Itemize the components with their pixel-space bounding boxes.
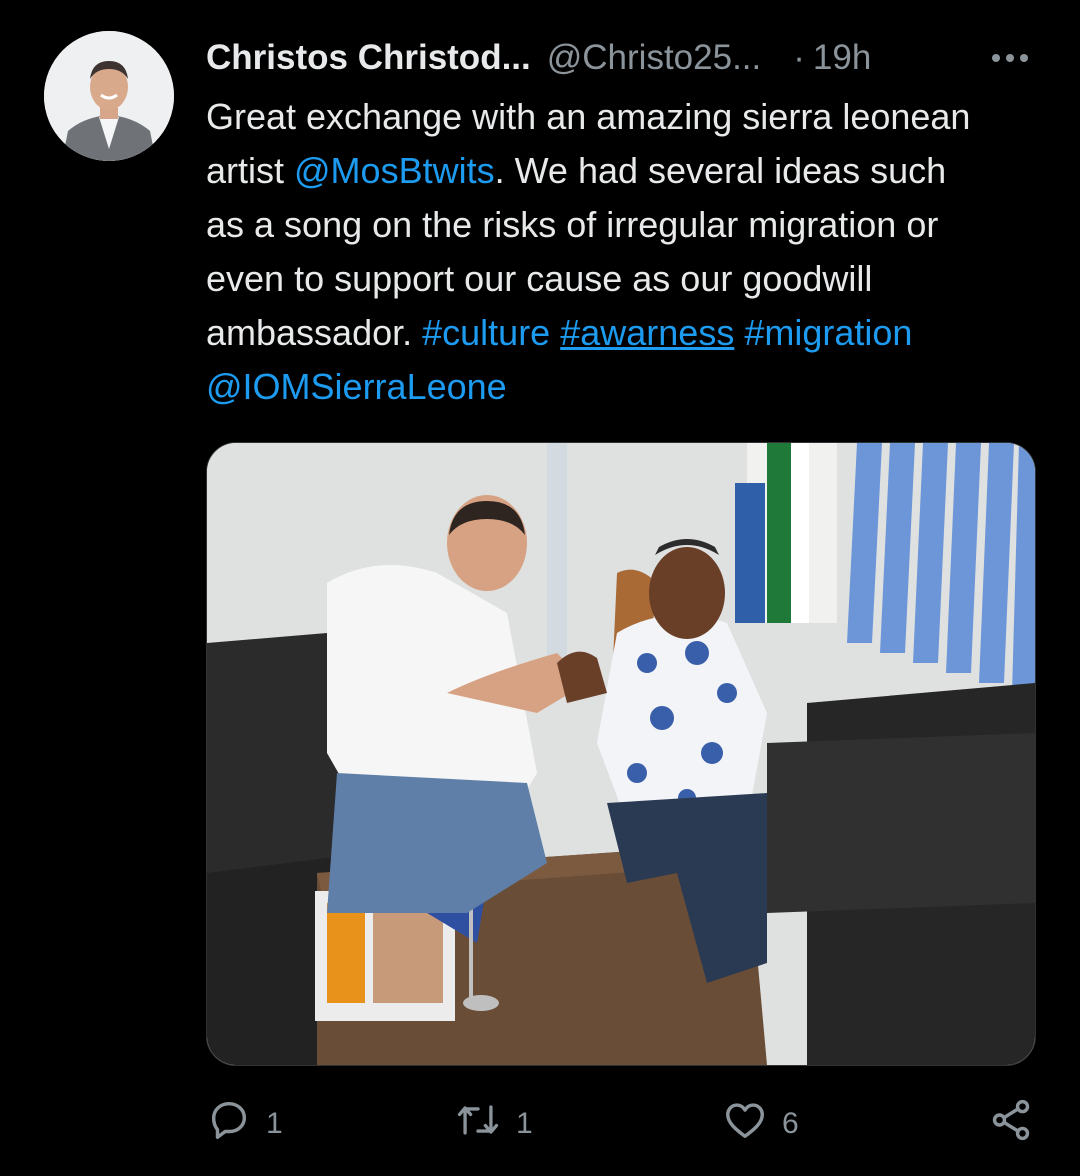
share-button[interactable] bbox=[988, 1096, 1034, 1152]
tweet-timestamp[interactable]: 19h bbox=[813, 38, 871, 78]
retweet-button[interactable]: 1 bbox=[454, 1096, 533, 1152]
reply-icon bbox=[206, 1097, 252, 1151]
author-name[interactable]: Christos Christod... bbox=[206, 38, 531, 78]
tweet-actions: 1 1 6 bbox=[206, 1096, 1034, 1152]
header-separator: · bbox=[793, 38, 805, 77]
tweet-photo[interactable] bbox=[206, 442, 1036, 1066]
like-button[interactable]: 6 bbox=[722, 1096, 799, 1152]
hashtag-link[interactable]: #awarness bbox=[560, 312, 734, 353]
hashtag-link[interactable]: #migration bbox=[744, 312, 912, 353]
like-count: 6 bbox=[782, 1107, 799, 1140]
like-icon bbox=[722, 1097, 768, 1151]
tweet-text: Great exchange with an amazing sierra le… bbox=[206, 90, 1056, 414]
share-icon bbox=[988, 1097, 1034, 1151]
tweet-text-space bbox=[734, 312, 744, 353]
more-icon[interactable] bbox=[988, 36, 1032, 80]
retweet-count: 1 bbox=[516, 1107, 533, 1140]
author-avatar[interactable] bbox=[44, 31, 174, 161]
author-handle[interactable]: @Christo25... bbox=[547, 38, 762, 78]
mention-link[interactable]: @MosBtwits bbox=[294, 150, 495, 191]
mention-link[interactable]: @IOMSierraLeone bbox=[206, 366, 507, 407]
hashtag-link[interactable]: #culture bbox=[422, 312, 550, 353]
tweet-header: Christos Christod... @Christo25... · 19h bbox=[206, 36, 1046, 80]
retweet-icon bbox=[454, 1097, 502, 1151]
reply-count: 1 bbox=[266, 1107, 283, 1140]
reply-button[interactable]: 1 bbox=[206, 1096, 283, 1152]
tweet-text-space bbox=[550, 312, 560, 353]
